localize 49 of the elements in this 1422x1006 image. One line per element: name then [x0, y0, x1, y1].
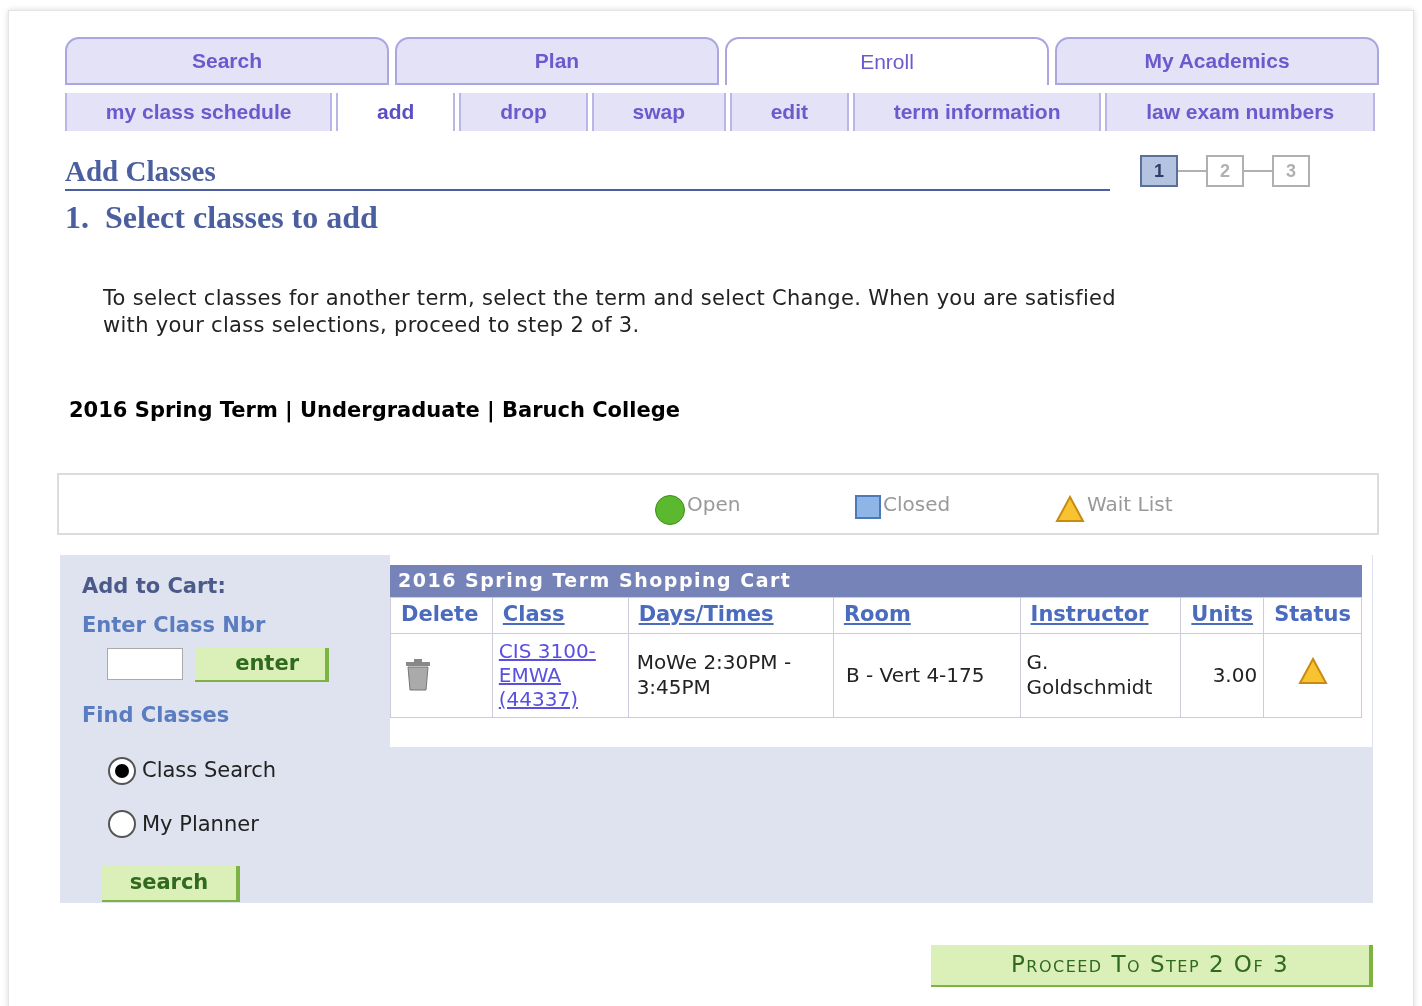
radio-label: Class Search	[142, 757, 277, 784]
waitlist-status-icon	[1297, 657, 1328, 685]
subnav-tab[interactable]: edit	[729, 93, 849, 131]
term-label: 2016 Spring Term | Undergraduate | Baruch College	[69, 397, 681, 425]
column-header[interactable]: Units	[1180, 597, 1264, 633]
class-nbr-label: Enter Class Nbr	[82, 612, 266, 639]
subnav-tab[interactable]: law exam numbers	[1105, 93, 1375, 131]
enter-button[interactable]: enter	[195, 647, 329, 682]
instructions-text: To select classes for another term, select the term and select Change. When you are satisfied with your class selections, proceed to step 2 of 3.	[103, 285, 1117, 339]
proceed-button[interactable]: Proceed To Step 2 Of 3	[931, 944, 1373, 987]
column-header[interactable]: Class	[492, 597, 629, 633]
column-header: Delete	[390, 597, 493, 633]
trash-icon[interactable]	[405, 659, 431, 691]
class-nbr-input[interactable]	[107, 647, 183, 680]
open-status-icon	[655, 494, 685, 525]
nav-tab[interactable]: Plan	[395, 37, 719, 85]
radio-label: My Planner	[142, 810, 259, 838]
legend-label: Wait List	[1087, 490, 1173, 518]
nav-tab[interactable]: Enroll	[725, 37, 1049, 85]
subnav-tab[interactable]: add	[336, 93, 456, 131]
radio-button[interactable]	[108, 756, 136, 785]
step-indicator: 2	[1206, 155, 1244, 187]
waitlist-status-icon	[1055, 494, 1085, 523]
column-header[interactable]: Instructor	[1020, 597, 1181, 633]
column-header[interactable]: Room	[833, 597, 1021, 633]
subnav-tab[interactable]: swap	[591, 93, 726, 131]
find-classes-heading: Find Classes	[82, 701, 230, 729]
subnav-tab[interactable]: term information	[852, 93, 1102, 131]
table-cell: MoWe 2:30PM - 3:45PM	[628, 633, 834, 717]
column-header: Status	[1263, 597, 1362, 633]
table-cell: 3.00	[1180, 633, 1264, 717]
cart-title-bar: 2016 Spring Term Shopping Cart	[390, 564, 1362, 597]
nav-tab[interactable]: My Academics	[1055, 37, 1379, 85]
add-to-cart-heading: Add to Cart:	[82, 572, 226, 600]
subnav-tab[interactable]: my class schedule	[65, 93, 333, 131]
subnav-tab[interactable]: drop	[459, 93, 588, 131]
column-header[interactable]: Days/Times	[628, 597, 834, 633]
closed-status-icon	[855, 494, 881, 519]
nav-tab[interactable]: Search	[65, 37, 389, 85]
legend-label: Open	[687, 490, 741, 518]
table-cell: G. Goldschmidt	[1020, 633, 1181, 717]
step-heading: 1. Select classes to add	[65, 198, 379, 237]
search-button[interactable]: search	[102, 866, 240, 902]
page-title: Add Classes	[65, 153, 1110, 191]
step-indicator: 1	[1140, 155, 1178, 187]
legend-label: Closed	[883, 490, 951, 518]
table-cell: B - Vert 4-175	[833, 633, 1021, 717]
step-indicator: 3	[1272, 155, 1310, 187]
radio-button[interactable]	[108, 810, 136, 839]
